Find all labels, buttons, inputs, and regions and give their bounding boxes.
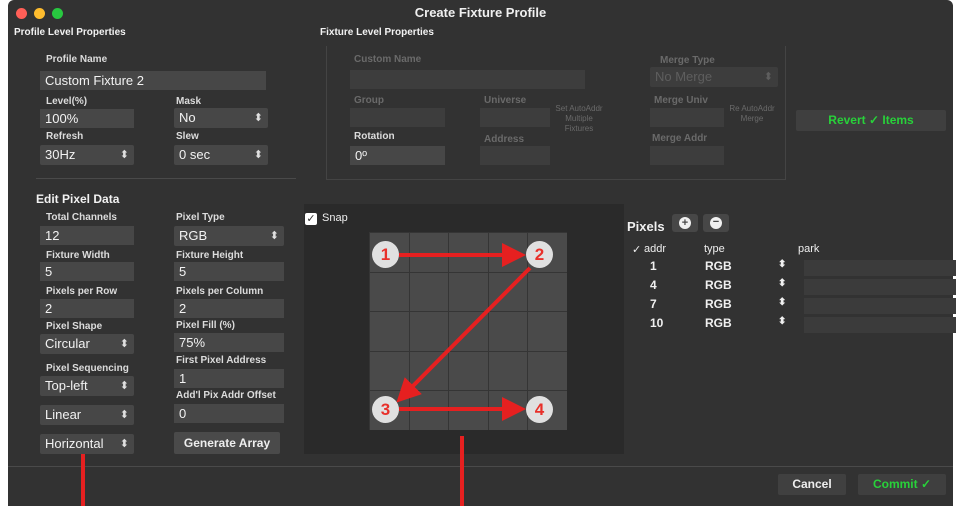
table-row[interactable]: 1 RGB ⬍ bbox=[628, 259, 956, 278]
pixel-marker-2[interactable]: 2 bbox=[526, 241, 553, 268]
table-row[interactable]: 4 RGB ⬍ bbox=[628, 278, 956, 297]
pixel-type: RGB bbox=[705, 316, 732, 330]
plus-icon: + bbox=[679, 217, 691, 229]
pixel-type: RGB bbox=[705, 297, 732, 311]
pixel-type: RGB bbox=[705, 259, 732, 273]
annotation-pointer-left bbox=[81, 454, 85, 506]
pixel-addr: 4 bbox=[650, 278, 657, 292]
pixel-addr: 1 bbox=[650, 259, 657, 273]
arrow-2-to-3 bbox=[396, 266, 532, 403]
pixel-marker-3[interactable]: 3 bbox=[372, 396, 399, 423]
annotation-pointer-center bbox=[460, 436, 464, 506]
pixel-marker-1[interactable]: 1 bbox=[372, 241, 399, 268]
table-row[interactable]: 10 RGB ⬍ bbox=[628, 316, 956, 335]
fixture-profile-window: Create Fixture Profile Profile Level Pro… bbox=[8, 0, 956, 506]
pixel-marker-4[interactable]: 4 bbox=[526, 396, 553, 423]
minus-icon: − bbox=[710, 217, 722, 229]
stepper-icon[interactable]: ⬍ bbox=[778, 297, 786, 308]
header-check: ✓ bbox=[632, 244, 642, 256]
header-type: type bbox=[704, 243, 725, 255]
park-field[interactable] bbox=[804, 298, 956, 314]
add-pixel-button[interactable]: + bbox=[672, 214, 698, 232]
commit-button[interactable]: Commit ✓ bbox=[858, 474, 946, 495]
pixel-addr: 7 bbox=[650, 297, 657, 311]
stepper-icon[interactable]: ⬍ bbox=[778, 316, 786, 327]
park-field[interactable] bbox=[804, 279, 956, 295]
pixels-title: Pixels bbox=[627, 219, 665, 234]
stepper-icon[interactable]: ⬍ bbox=[778, 259, 786, 270]
header-addr: addr bbox=[644, 243, 667, 255]
footer-divider bbox=[8, 466, 953, 467]
pixel-addr: 10 bbox=[650, 316, 664, 330]
header-park: park bbox=[798, 243, 820, 255]
table-row[interactable]: 7 RGB ⬍ bbox=[628, 297, 956, 316]
remove-pixel-button[interactable]: − bbox=[703, 214, 729, 232]
cancel-button[interactable]: Cancel bbox=[778, 474, 846, 495]
park-field[interactable] bbox=[804, 317, 956, 333]
stepper-icon[interactable]: ⬍ bbox=[778, 278, 786, 289]
park-field[interactable] bbox=[804, 260, 956, 276]
pixel-type: RGB bbox=[705, 278, 732, 292]
